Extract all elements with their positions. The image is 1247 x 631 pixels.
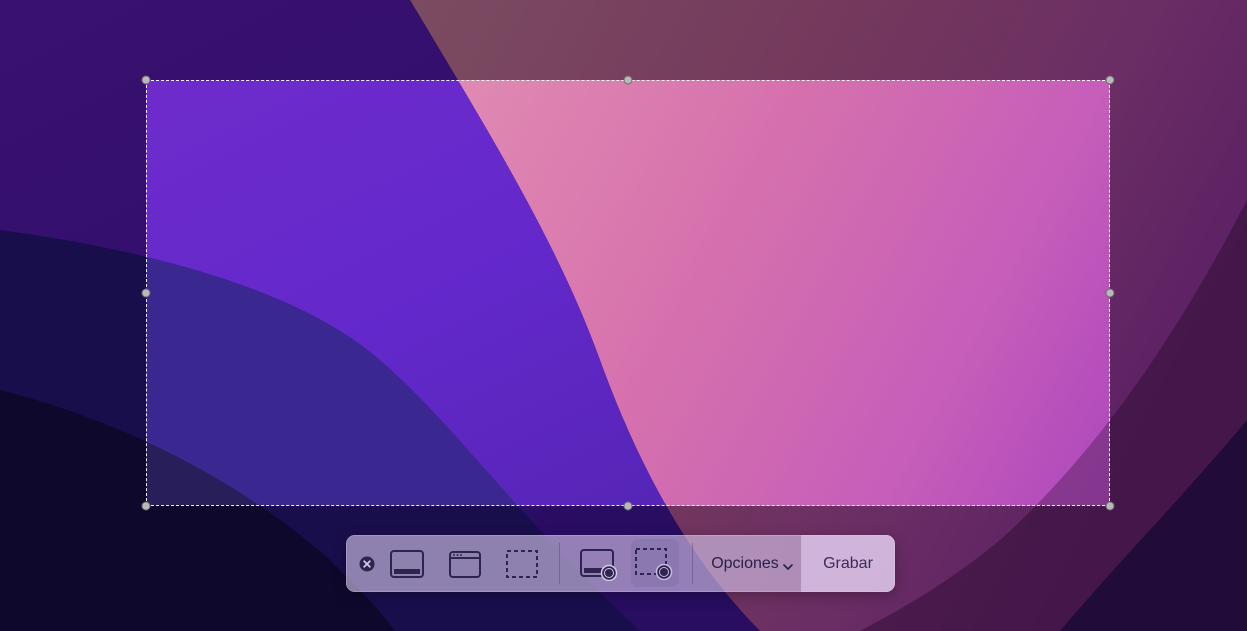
capture-window-button[interactable] (444, 535, 486, 592)
entire-screen-icon (389, 549, 425, 579)
toolbar-divider (692, 543, 693, 584)
record-screen-icon (579, 547, 621, 581)
options-label: Opciones (711, 554, 779, 572)
chevron-down-icon (782, 557, 793, 575)
resize-handle-top[interactable] (623, 75, 633, 85)
dashed-selection-icon (505, 549, 539, 579)
record-selection-button[interactable] (631, 539, 679, 587)
selection-tint (147, 81, 1109, 505)
toolbar-divider (559, 543, 560, 584)
close-circle-icon (359, 556, 375, 572)
record-label: Grabar (823, 554, 873, 572)
window-icon (448, 549, 482, 579)
screenshot-toolbar: Opciones Grabar (346, 535, 895, 592)
resize-handle-left[interactable] (141, 288, 151, 298)
capture-entire-screen-button[interactable] (386, 535, 428, 592)
record-selection-icon (634, 546, 676, 580)
resize-handle-bottom-left[interactable] (141, 501, 151, 511)
record-entire-screen-button[interactable] (576, 535, 624, 592)
capture-selection-area[interactable] (146, 80, 1110, 506)
options-menu-button[interactable]: Opciones (703, 535, 801, 592)
resize-handle-bottom[interactable] (623, 501, 633, 511)
resize-handle-right[interactable] (1105, 288, 1115, 298)
record-button[interactable]: Grabar (801, 535, 895, 592)
capture-selection-button[interactable] (501, 535, 543, 592)
resize-handle-top-left[interactable] (141, 75, 151, 85)
resize-handle-top-right[interactable] (1105, 75, 1115, 85)
resize-handle-bottom-right[interactable] (1105, 501, 1115, 511)
close-button[interactable] (356, 535, 378, 592)
